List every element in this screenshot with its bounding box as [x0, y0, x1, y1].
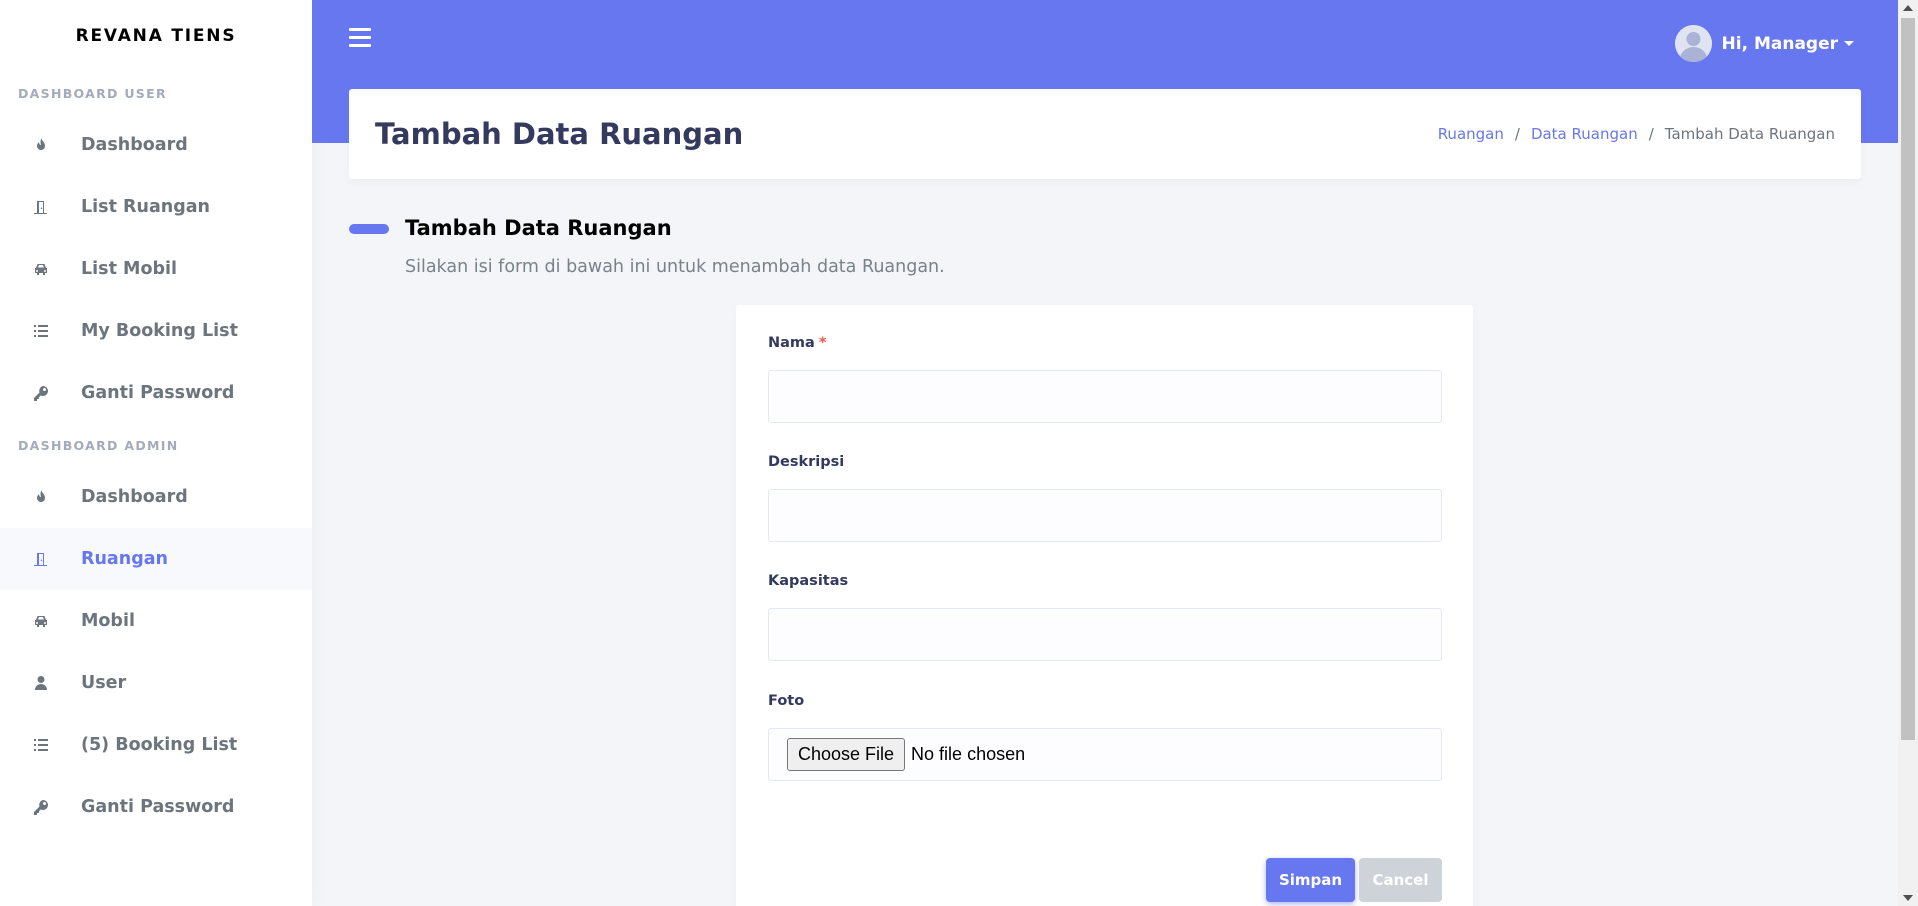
form-group-kapasitas: Kapasitas [768, 573, 1442, 661]
page-title: Tambah Data Ruangan [375, 117, 744, 151]
file-status: No file chosen [911, 744, 1026, 764]
sidebar-item-mobil[interactable]: Mobil [0, 590, 312, 652]
scroll-down-arrow-icon[interactable] [1903, 895, 1913, 901]
sidebar-item-admin-ganti-password[interactable]: Ganti Password [0, 776, 312, 838]
door-icon [32, 198, 50, 216]
menu-header-user: DASHBOARD USER [18, 86, 167, 101]
choose-file-button[interactable]: Choose File [787, 738, 906, 771]
sidebar-item-list-ruangan[interactable]: List Ruangan [0, 176, 312, 238]
scroll-thumb[interactable] [1901, 18, 1915, 740]
sidebar-item-user-ganti-password[interactable]: Ganti Password [0, 362, 312, 424]
user-greeting: Hi, Manager [1721, 33, 1838, 54]
hamburger-menu-icon[interactable] [349, 28, 371, 48]
sidebar-item-booking-list[interactable]: (5) Booking List [0, 714, 312, 776]
section-title: Tambah Data Ruangan [405, 216, 672, 240]
breadcrumb-link-data-ruangan[interactable]: Data Ruangan [1531, 125, 1638, 143]
nama-label: Nama * [768, 335, 827, 351]
sidebar-item-label: Dashboard [81, 135, 188, 155]
nama-input[interactable] [768, 370, 1442, 423]
sidebar-item-my-booking-list[interactable]: My Booking List [0, 300, 312, 362]
caret-down-icon [1844, 41, 1854, 46]
scroll-up-arrow-icon[interactable] [1903, 5, 1913, 11]
foto-label: Foto [768, 693, 805, 709]
sidebar-item-admin-dashboard[interactable]: Dashboard [0, 466, 312, 528]
breadcrumb: Ruangan / Data Ruangan / Tambah Data Rua… [1438, 125, 1835, 143]
section-title-accent [349, 224, 389, 234]
sidebar-item-label: Mobil [81, 611, 135, 631]
foto-file-input[interactable]: Choose File No file chosen [768, 728, 1442, 781]
sidebar-item-user[interactable]: User [0, 652, 312, 714]
section-lead: Silakan isi form di bawah ini untuk mena… [405, 257, 945, 277]
sidebar-item-label: List Mobil [81, 259, 177, 279]
avatar [1674, 25, 1712, 62]
sidebar-item-list-mobil[interactable]: List Mobil [0, 238, 312, 300]
required-mark: * [818, 335, 827, 351]
simpan-button[interactable]: Simpan [1266, 858, 1355, 902]
car-icon [32, 260, 50, 278]
sidebar-item-label: Ruangan [81, 549, 168, 569]
brand-logo[interactable]: REVANA TIENS [0, 0, 312, 72]
form-group-nama: Nama * [768, 335, 1442, 423]
door-icon [32, 550, 50, 568]
deskripsi-input[interactable] [768, 489, 1442, 542]
deskripsi-label: Deskripsi [768, 454, 845, 470]
list-icon [32, 322, 50, 340]
sidebar: REVANA TIENS DASHBOARD USER Dashboard Li… [0, 0, 312, 906]
sidebar-item-label: (5) Booking List [81, 735, 238, 755]
sidebar-item-label: Ganti Password [81, 383, 235, 403]
sidebar-item-label: Ganti Password [81, 797, 235, 817]
fire-icon [32, 488, 50, 506]
sidebar-item-user-dashboard[interactable]: Dashboard [0, 114, 312, 176]
page-scrollbar[interactable] [1898, 0, 1918, 906]
list-icon [32, 736, 50, 754]
menu-header-admin: DASHBOARD ADMIN [18, 438, 179, 453]
breadcrumb-separator: / [1514, 125, 1520, 143]
fire-icon [32, 136, 50, 154]
section-header: Tambah Data Ruangan Ruangan / Data Ruang… [349, 89, 1861, 179]
form-group-deskripsi: Deskripsi [768, 454, 1442, 542]
key-icon [32, 798, 50, 816]
form-group-foto: Foto Choose File No file chosen [768, 693, 1442, 781]
kapasitas-label: Kapasitas [768, 573, 849, 589]
key-icon [32, 384, 50, 402]
cancel-button[interactable]: Cancel [1359, 858, 1442, 902]
breadcrumb-current: Tambah Data Ruangan [1664, 125, 1835, 143]
kapasitas-input[interactable] [768, 608, 1442, 661]
sidebar-item-ruangan[interactable]: Ruangan [0, 528, 312, 590]
sidebar-item-label: My Booking List [81, 321, 238, 341]
car-icon [32, 612, 50, 630]
breadcrumb-separator: / [1648, 125, 1654, 143]
breadcrumb-link-ruangan[interactable]: Ruangan [1438, 125, 1504, 143]
sidebar-item-label: Dashboard [81, 487, 188, 507]
sidebar-item-label: User [81, 673, 127, 693]
sidebar-item-label: List Ruangan [81, 197, 211, 217]
form-card: Nama * Deskripsi Kapasitas Foto Choose Fi… [736, 305, 1473, 906]
user-dropdown[interactable]: Hi, Manager [1674, 25, 1854, 62]
user-icon [32, 674, 50, 692]
